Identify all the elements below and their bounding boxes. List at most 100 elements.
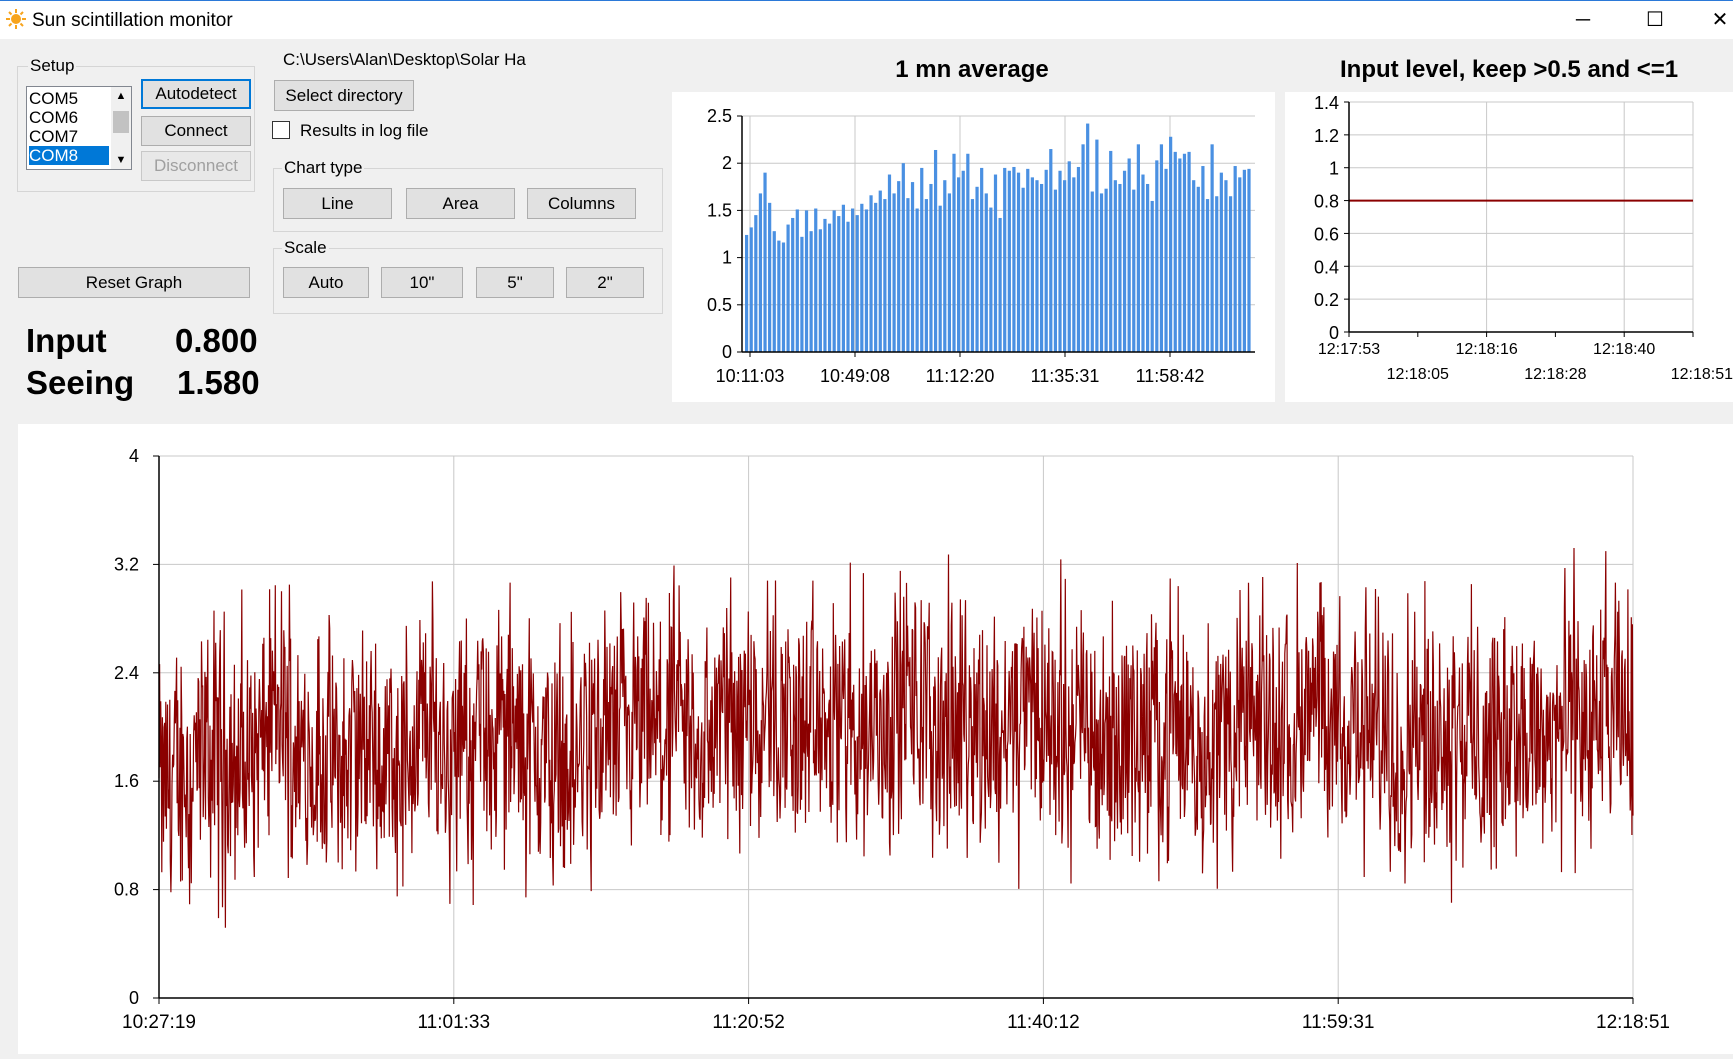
bar	[892, 193, 896, 352]
x-tick-label: 10:27:19	[122, 1012, 196, 1033]
port-item[interactable]: COM6	[29, 108, 109, 127]
input-level-chart: 0 0.2 0.4 0.6 0.8 1 1.2 1.4 12:17:53 12:18:05 12:1…	[1314, 93, 1733, 383]
autodetect-button[interactable]: Autodetect	[141, 79, 251, 109]
port-listbox[interactable]: COM5 COM6 COM7 COM8 ▲ ▼	[26, 86, 132, 170]
y-tick-label: 0.8	[114, 880, 139, 900]
bar	[1081, 144, 1085, 352]
disconnect-button[interactable]: Disconnect	[141, 151, 251, 181]
bar	[772, 231, 776, 352]
bar	[1132, 189, 1136, 352]
scale-auto-button[interactable]: Auto	[283, 267, 369, 298]
scale-5-button[interactable]: 5"	[476, 267, 554, 298]
bar	[869, 195, 873, 352]
bar	[1182, 153, 1187, 352]
bar	[1122, 170, 1127, 352]
bar	[1173, 151, 1177, 352]
y-tick-label: 1.4	[1314, 93, 1339, 113]
bar	[1233, 166, 1237, 352]
scale-2-button[interactable]: 2"	[566, 267, 644, 298]
bar	[786, 224, 790, 352]
x-tick-label: 12:18:51	[1596, 1012, 1670, 1033]
bar	[1016, 172, 1021, 352]
bar	[1145, 183, 1150, 352]
port-item-selected[interactable]: COM8	[29, 146, 109, 165]
select-directory-button[interactable]: Select directory	[274, 80, 414, 111]
bar	[1205, 199, 1210, 352]
bar	[1053, 189, 1058, 352]
bar	[1164, 168, 1168, 352]
bar	[818, 229, 822, 352]
y-tick-label: 0	[722, 342, 732, 362]
bar	[1118, 183, 1122, 352]
directory-path: C:\Users\Alan\Desktop\Solar Ha	[283, 50, 526, 69]
bar	[1095, 139, 1099, 352]
bar	[1224, 180, 1228, 352]
bar	[910, 182, 915, 352]
x-tick-label: 12:17:53	[1318, 341, 1380, 358]
bar	[1109, 150, 1113, 352]
x-tick-label: 12:18:16	[1455, 341, 1517, 358]
scale-10-button[interactable]: 10"	[381, 267, 463, 298]
chart-type-columns-button[interactable]: Columns	[527, 188, 636, 219]
bar	[1012, 166, 1016, 352]
bar	[804, 210, 809, 352]
x-tick-label: 11:40:12	[1007, 1012, 1080, 1033]
bar	[887, 174, 892, 352]
port-scrollbar[interactable]: ▲ ▼	[111, 87, 131, 169]
input-value: 0.800	[175, 322, 258, 359]
x-tick-label: 11:20:52	[712, 1012, 785, 1033]
bar	[832, 210, 836, 352]
seeing-label: Seeing	[26, 364, 135, 401]
input-level-chart-title: Input level, keep >0.5 and <=1	[1340, 56, 1679, 83]
bar	[841, 204, 845, 352]
input-level-chart-panel: 0 0.2 0.4 0.6 0.8 1 1.2 1.4 12:17:53 12:18:05 12:1…	[1285, 92, 1733, 402]
bar	[1044, 169, 1048, 352]
x-tick-label: 12:18:05	[1387, 366, 1449, 383]
bar	[1030, 177, 1034, 352]
chart-type-line-button[interactable]: Line	[283, 188, 392, 219]
bar	[814, 208, 818, 352]
bar	[1159, 144, 1164, 352]
bar	[961, 170, 965, 352]
bar	[851, 208, 855, 352]
log-checkbox-label: Results in log file	[300, 121, 429, 140]
x-tick-label: 11:59:31	[1302, 1012, 1375, 1033]
close-icon[interactable]: ✕	[1691, 1, 1733, 39]
bar	[1104, 188, 1108, 352]
port-item[interactable]: COM7	[29, 127, 109, 146]
bar	[1169, 136, 1173, 352]
scroll-thumb[interactable]	[113, 111, 129, 133]
bar	[1141, 174, 1145, 352]
y-tick-label: 2.4	[114, 663, 139, 683]
bar	[975, 186, 979, 352]
bar	[1210, 144, 1214, 352]
average-chart-panel: 0 0.5 1 1.5 2 2.5 10:11:03 10:49:08 11:12:20 11:3…	[672, 92, 1275, 402]
minimize-icon[interactable]: ─	[1554, 1, 1612, 39]
scroll-down-icon[interactable]: ▼	[111, 151, 131, 169]
bar	[1215, 196, 1219, 352]
scale-label: Scale	[282, 238, 329, 258]
port-item[interactable]: COM5	[29, 89, 109, 108]
y-tick-label: 1	[722, 248, 732, 268]
y-tick-label: 0.8	[1314, 192, 1339, 212]
bar	[768, 202, 772, 352]
bar	[1063, 180, 1067, 352]
bar	[1219, 172, 1223, 352]
input-label: Input	[26, 322, 107, 359]
window-title: Sun scintillation monitor	[32, 10, 233, 31]
bar	[846, 221, 850, 352]
bar	[781, 242, 786, 352]
scroll-up-icon[interactable]: ▲	[111, 87, 131, 105]
bar	[1035, 180, 1039, 352]
y-tick-label: 4	[129, 446, 139, 466]
connect-button[interactable]: Connect	[141, 116, 251, 146]
reset-graph-button[interactable]: Reset Graph	[18, 267, 250, 298]
seeing-line-chart: 0 0.8 1.6 2.4 3.2 4 10:27:19 11:01:33 11:20:52 11…	[114, 446, 1670, 1033]
log-checkbox[interactable]	[272, 121, 290, 139]
maximize-icon[interactable]: ☐	[1626, 1, 1684, 39]
bar	[860, 203, 864, 352]
y-tick-label: 0.6	[1314, 224, 1339, 244]
bar	[943, 180, 947, 352]
y-tick-label: 0.2	[1314, 290, 1339, 310]
chart-type-area-button[interactable]: Area	[406, 188, 515, 219]
